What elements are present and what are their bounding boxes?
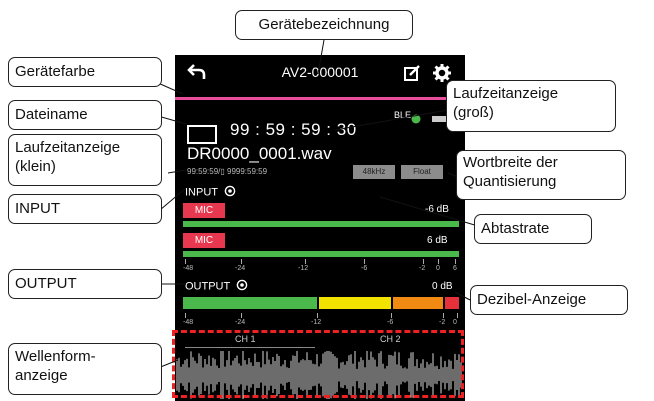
- callout-output: OUTPUT: [8, 269, 162, 299]
- callout-abtastrate: Abtastrate: [474, 214, 592, 244]
- callout-input: INPUT: [8, 194, 162, 224]
- callout-wortbreite: Wortbreite der Quantisierung: [456, 150, 626, 200]
- callout-dezibel: Dezibel-Anzeige: [470, 285, 628, 315]
- callout-geraetefarbe: Gerätefarbe: [8, 57, 162, 87]
- callout-geraetebezeichnung: Gerätebezeichnung: [235, 10, 413, 40]
- callout-laufzeit-gross: Laufzeitanzeige (groß): [446, 80, 616, 132]
- callout-laufzeit-klein: Laufzeitanzeige (klein): [8, 134, 162, 186]
- callout-dateiname: Dateiname: [8, 100, 162, 130]
- callout-wellenform: Wellenform- anzeige: [8, 343, 162, 395]
